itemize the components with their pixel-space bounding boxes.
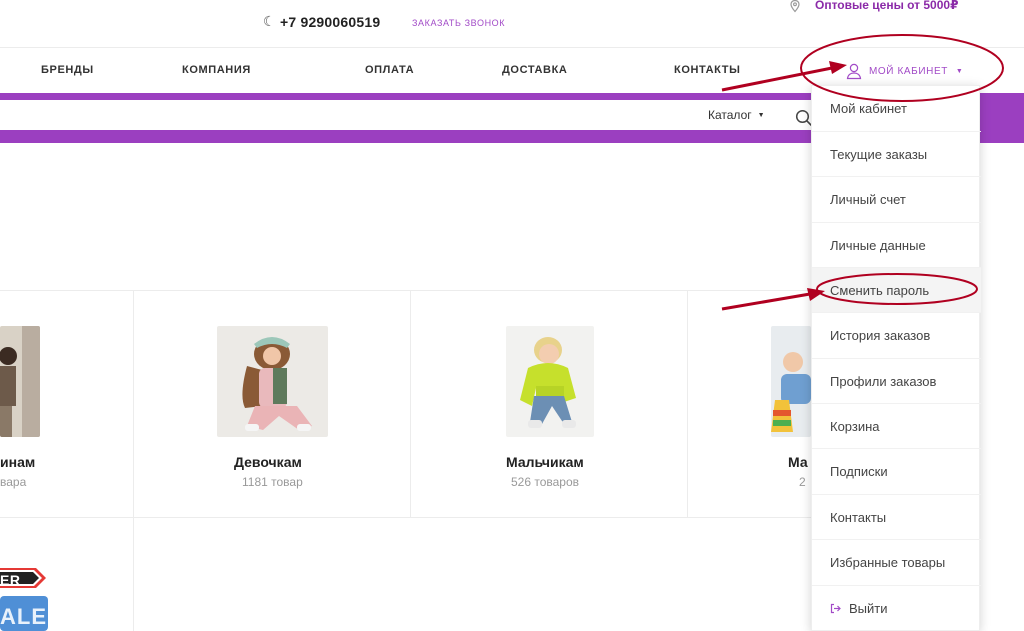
category-card[interactable]: Девочкам 1181 товар — [134, 291, 410, 517]
logout-icon — [830, 603, 841, 614]
search-field[interactable]: Каталог ▼ — [0, 100, 812, 130]
category-count: 2 — [799, 475, 806, 489]
grid-divider — [0, 517, 811, 518]
nav-payment[interactable]: ОПЛАТА — [365, 64, 414, 76]
menu-item-logout[interactable]: Выйти — [812, 585, 981, 630]
phone-number[interactable]: +7 9290060519 — [280, 14, 380, 30]
menu-item-label: Текущие заказы — [830, 146, 928, 162]
menu-item-current-orders[interactable]: Текущие заказы — [812, 131, 981, 176]
menu-item-cart[interactable]: Корзина — [812, 403, 981, 448]
category-title: Девочкам — [234, 454, 302, 470]
my-account-button[interactable]: МОЙ КАБИНЕТ ▼ — [845, 58, 963, 84]
menu-item-label: Мой кабинет — [830, 101, 907, 116]
category-count: вара — [0, 475, 27, 489]
category-card[interactable]: Мальчикам 526 товаров — [411, 291, 687, 517]
menu-item-label: История заказов — [830, 327, 931, 343]
top-bar: ☾ +7 9290060519 ЗАКАЗАТЬ ЗВОНОК Оптовые … — [0, 0, 1024, 48]
callback-link[interactable]: ЗАКАЗАТЬ ЗВОНОК — [412, 18, 505, 28]
catalog-select[interactable]: Каталог ▼ — [708, 108, 765, 122]
nav-delivery[interactable]: ДОСТАВКА — [502, 64, 567, 76]
catalog-label: Каталог — [708, 108, 752, 122]
category-image — [217, 326, 328, 437]
category-title: инам — [0, 454, 36, 470]
account-dropdown-menu: Мой кабинет Текущие заказы Личный счет Л… — [811, 85, 981, 631]
wholesale-promo[interactable]: Оптовые цены от 5000₽ — [815, 0, 958, 12]
menu-item-label: Подписки — [830, 463, 888, 479]
menu-item-my-account[interactable]: Мой кабинет — [812, 86, 981, 131]
sale-badge-line1: ER — [0, 572, 21, 588]
chevron-down-icon: ▼ — [757, 112, 765, 119]
nav-company[interactable]: КОМПАНИЯ — [182, 64, 251, 76]
category-title: Мальчикам — [506, 454, 584, 470]
category-card[interactable]: инам вара — [0, 291, 133, 517]
sale-badge-line2: ALE — [0, 604, 47, 629]
category-count: 526 товаров — [511, 475, 580, 489]
menu-item-label: Выйти — [849, 600, 888, 616]
location-pin-icon — [790, 0, 800, 13]
category-card[interactable]: Ма 2 — [688, 291, 811, 517]
sale-badge[interactable]: ER ALE — [0, 568, 48, 631]
category-image — [771, 326, 811, 437]
menu-item-favorites[interactable]: Избранные товары — [812, 539, 981, 584]
menu-item-label: Контакты — [830, 509, 887, 525]
category-image — [0, 326, 40, 437]
menu-item-contacts[interactable]: Контакты — [812, 494, 981, 539]
category-image — [506, 326, 594, 437]
category-title: Ма — [788, 454, 808, 470]
menu-item-label: Личные данные — [830, 237, 926, 253]
nav-brands[interactable]: БРЕНДЫ — [41, 64, 94, 76]
menu-item-order-history[interactable]: История заказов — [812, 312, 981, 357]
menu-item-label: Избранные товары — [830, 554, 946, 570]
menu-item-order-profiles[interactable]: Профили заказов — [812, 358, 981, 403]
menu-item-label: Сменить пароль — [830, 282, 930, 298]
menu-item-personal-data[interactable]: Личные данные — [812, 222, 981, 267]
category-count: 1181 товар — [242, 475, 303, 489]
menu-item-label: Личный счет — [830, 191, 906, 207]
menu-item-change-password[interactable]: Сменить пароль — [812, 267, 981, 312]
nav-contacts[interactable]: КОНТАКТЫ — [674, 64, 740, 76]
user-icon — [846, 63, 862, 80]
menu-item-label: Профили заказов — [830, 373, 937, 389]
menu-item-personal-account[interactable]: Личный счет — [812, 176, 981, 221]
menu-item-subscriptions[interactable]: Подписки — [812, 448, 981, 493]
chevron-down-icon: ▼ — [955, 67, 963, 75]
menu-item-label: Корзина — [830, 418, 880, 434]
phone-icon: ☾ — [263, 13, 276, 29]
my-account-label: МОЙ КАБИНЕТ — [869, 65, 948, 77]
